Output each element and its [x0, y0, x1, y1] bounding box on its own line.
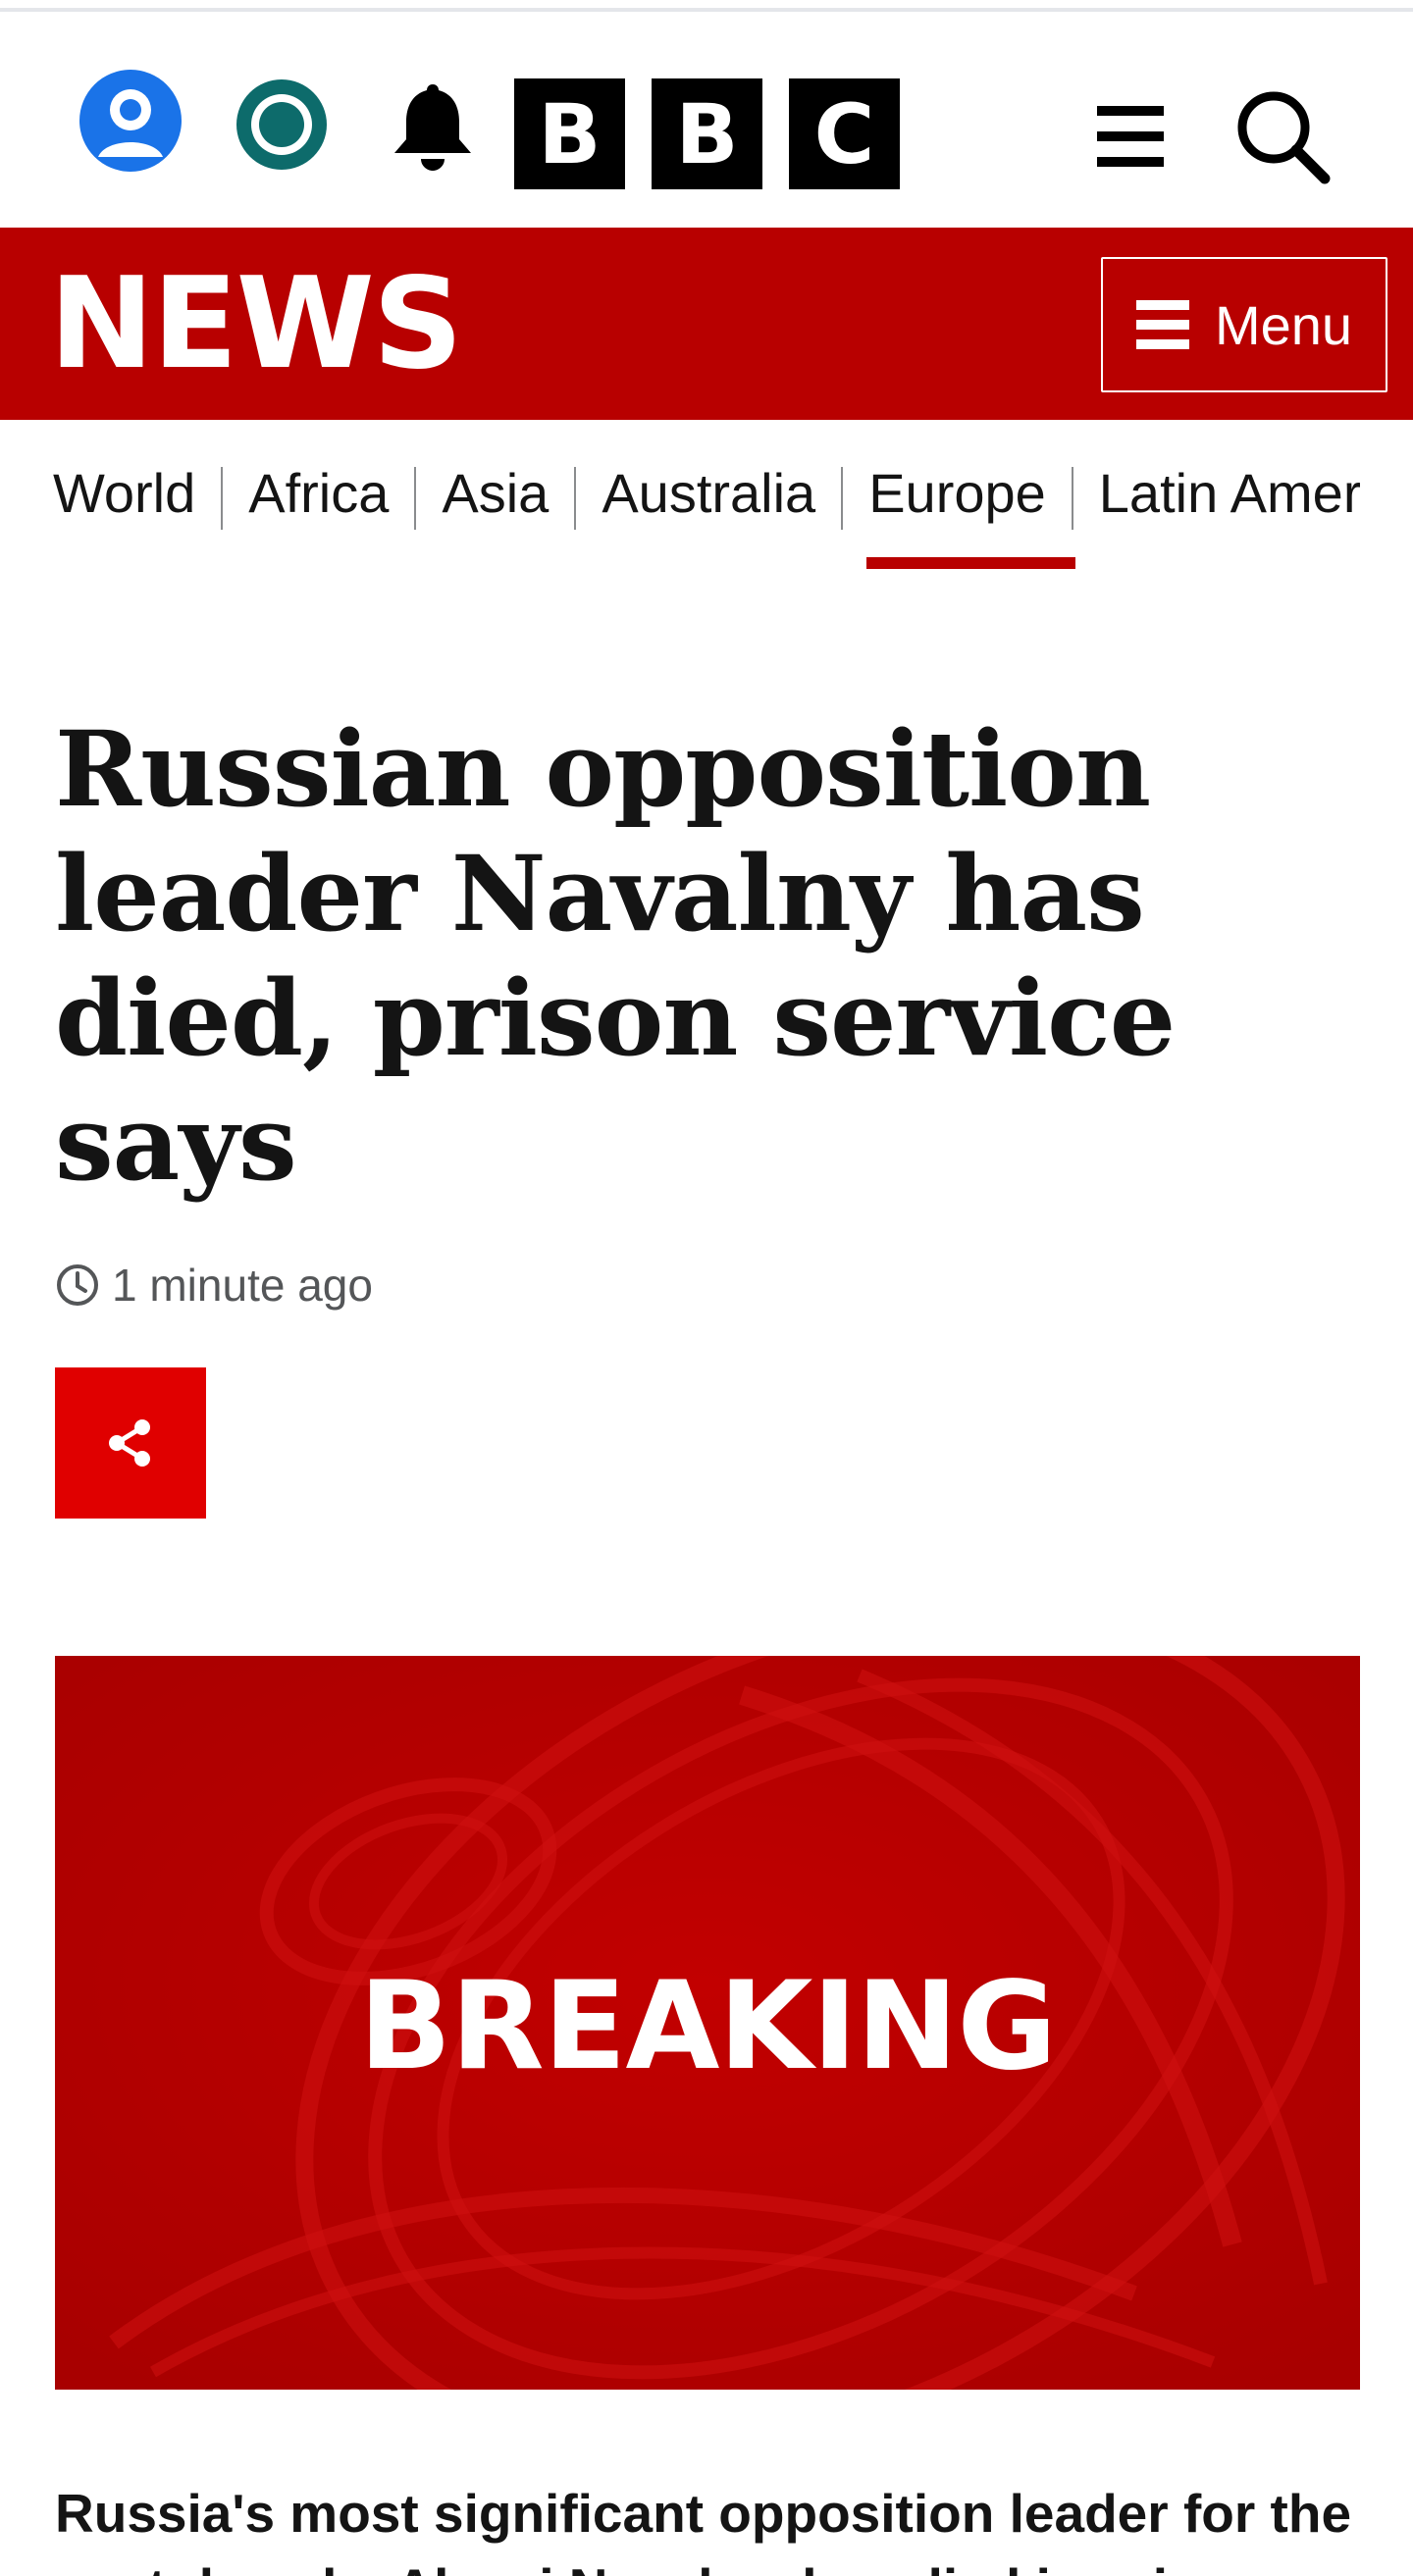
- share-button[interactable]: [55, 1367, 206, 1519]
- bbc-logo[interactable]: B B C: [514, 78, 900, 190]
- section-nav: World Africa Asia Australia Europe Latin…: [0, 420, 1413, 577]
- news-logo[interactable]: NEWS: [49, 249, 463, 400]
- article-timestamp: 1 minute ago: [55, 1258, 373, 1313]
- share-icon: [109, 1419, 150, 1467]
- nav-item-australia[interactable]: Australia: [602, 420, 815, 577]
- nav-item-europe[interactable]: Europe: [866, 420, 1075, 577]
- nav-item-latin-america[interactable]: Latin America: [1099, 420, 1360, 577]
- news-masthead: NEWS Menu: [0, 228, 1413, 420]
- nav-divider: [414, 467, 417, 530]
- nav-divider: [221, 467, 224, 530]
- bbc-top-bar: B B C: [0, 16, 1413, 228]
- menu-button[interactable]: Menu: [1101, 257, 1387, 392]
- nav-item-africa[interactable]: Africa: [248, 420, 389, 577]
- notifications-bell-icon[interactable]: [389, 80, 477, 173]
- clock-icon: [57, 1264, 98, 1306]
- menu-icon: [1135, 300, 1189, 349]
- hamburger-icon[interactable]: [1091, 100, 1176, 173]
- nav-divider: [1071, 467, 1073, 530]
- nav-item-asia[interactable]: Asia: [442, 420, 549, 577]
- breaking-news-image: BREAKING: [55, 1656, 1360, 2390]
- menu-label: Menu: [1214, 293, 1353, 356]
- nav-item-world[interactable]: World: [53, 420, 195, 577]
- article-headline: Russian opposition leader Navalny has di…: [55, 707, 1176, 1204]
- bbc-logo-letter: B: [514, 78, 625, 189]
- bbc-logo-letter: C: [789, 78, 900, 189]
- section-nav-scroll[interactable]: World Africa Asia Australia Europe Latin…: [53, 420, 1360, 577]
- breaking-label: BREAKING: [358, 1956, 1057, 2097]
- sounds-icon[interactable]: [234, 77, 330, 173]
- bbc-logo-letter: B: [652, 78, 762, 189]
- search-icon[interactable]: [1230, 84, 1338, 192]
- nav-divider: [574, 467, 577, 530]
- nav-divider: [841, 467, 844, 530]
- article-lede: Russia's most significant opposition lea…: [55, 2483, 1352, 2576]
- account-icon[interactable]: [77, 67, 184, 175]
- top-divider: [0, 0, 1413, 12]
- timestamp-text: 1 minute ago: [112, 1260, 373, 1311]
